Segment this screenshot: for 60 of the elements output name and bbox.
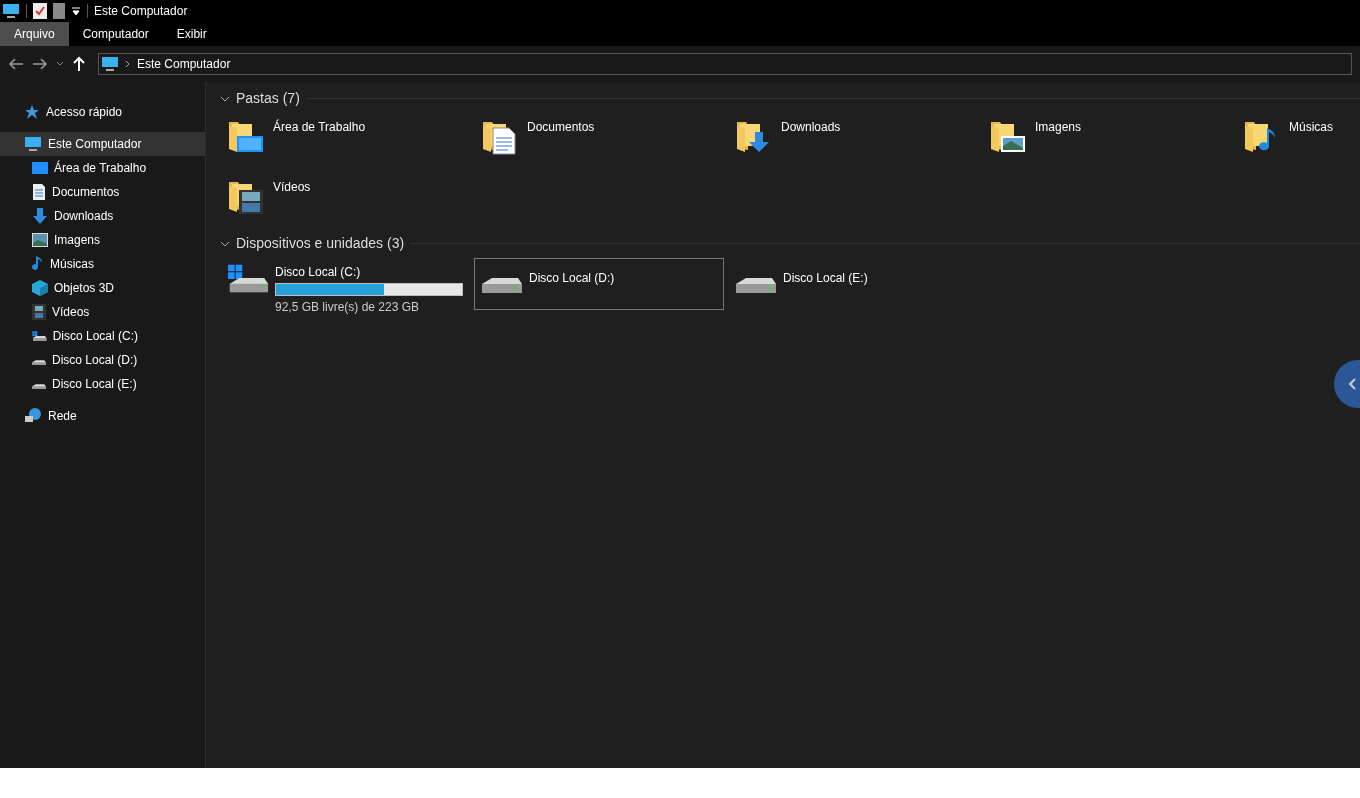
back-button[interactable] [8,57,24,71]
sidebar-item[interactable]: Downloads [0,204,205,228]
chevron-icon [125,60,131,68]
address-field[interactable]: Este Computador [98,53,1352,75]
sidebar-item[interactable]: Documentos [0,180,205,204]
sidebar-item[interactable]: Área de Trabalho [0,156,205,180]
film-icon [32,304,46,320]
address-path: Este Computador [137,56,231,73]
collapse-icon[interactable] [220,239,230,248]
free-space-text: 92,5 GB livre(s) de 223 GB [275,299,421,316]
star-icon [24,104,40,120]
desktop-icon [32,161,48,175]
computer-icon [101,56,119,72]
music-note-icon [32,256,44,272]
folder-tile[interactable]: Vídeos [220,173,470,225]
drive-tile[interactable]: Disco Local (E:) [728,258,978,310]
sidebar-item[interactable]: Acesso rápido [0,100,205,124]
down-arrow-icon [32,208,48,224]
folder-tile[interactable]: Downloads [728,113,978,165]
sidebar-item[interactable]: Rede [0,404,205,428]
properties-icon[interactable] [33,3,47,19]
computer-icon [24,136,42,152]
drive-icon [32,330,47,342]
sidebar-item[interactable]: Este Computador [0,132,205,156]
picture-icon [32,233,48,247]
window-title: Este Computador [94,3,188,20]
drive-icon [32,359,46,366]
ribbon-tab[interactable]: Exibir [162,22,221,46]
drive-icon [32,383,46,390]
sidebar-item[interactable]: Objetos 3D [0,276,205,300]
folder-tile[interactable]: Músicas [1236,113,1360,165]
cube-icon [32,280,48,296]
up-button[interactable] [72,56,86,72]
drive-icon [481,277,523,294]
drive-label: Disco Local (D:) [529,270,615,287]
sidebar-item[interactable]: Vídeos [0,300,205,324]
folder-tile[interactable]: Documentos [474,113,724,165]
sidebar-item[interactable]: Imagens [0,228,205,252]
group-heading: Pastas (7) [236,89,300,108]
recent-dropdown[interactable] [56,61,64,67]
document-icon [32,184,46,200]
drive-tile[interactable]: Disco Local (D:) [474,258,724,310]
group-heading: Dispositivos e unidades (3) [236,234,405,253]
drive-icon [735,277,777,294]
drive-icon [227,263,269,294]
sidebar-item[interactable]: Músicas [0,252,205,276]
sidebar-item[interactable]: Disco Local (E:) [0,372,205,396]
dropdown-icon[interactable] [71,6,81,16]
drive-label: Disco Local (C:) [275,264,362,281]
network-icon [24,408,42,424]
collapse-icon[interactable] [220,94,230,103]
sidebar-item[interactable]: Disco Local (D:) [0,348,205,372]
ribbon-tab[interactable]: Arquivo [0,22,69,46]
folder-tile[interactable]: Imagens [982,113,1232,165]
ribbon-tab[interactable]: Computador [68,22,163,46]
computer-icon [2,3,20,19]
drive-label: Disco Local (E:) [783,270,868,287]
sidebar-item[interactable]: Disco Local (C:) [0,324,205,348]
forward-button[interactable] [32,57,48,71]
folder-tile[interactable]: Área de Trabalho [220,113,470,165]
